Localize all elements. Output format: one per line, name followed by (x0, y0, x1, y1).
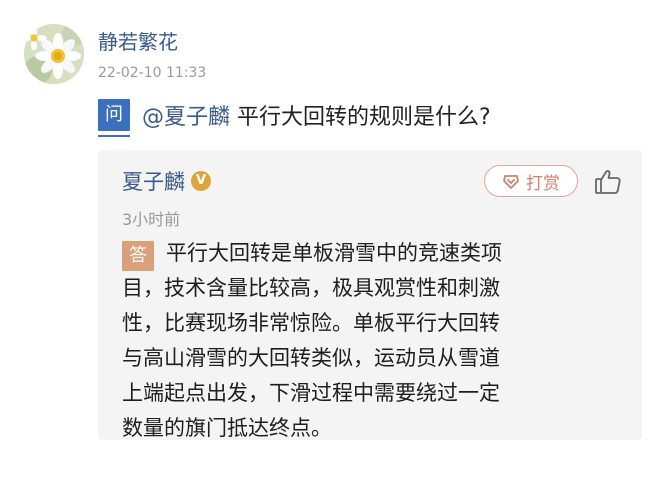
answer-text: 平行大回转是单板滑雪中的竞速类项 目，技术含量比较高，极具观赏性和刺激 性，比赛… (122, 236, 622, 446)
tip-gem-icon (503, 175, 519, 189)
answer-card: 夏子麟 V 打赏 3小时前 答 平行大回转是单板滑雪中的竞速类项 目，技术含量比… (98, 150, 642, 440)
answer-timestamp: 3小时前 (122, 210, 181, 229)
answerer-row: 夏子麟 V (122, 164, 211, 198)
answer-line: 上端起点出发，下滑过程中需要绕过一定 (122, 381, 500, 405)
daisy-avatar-image (24, 24, 84, 84)
thumbs-up-icon (595, 170, 621, 194)
author-name[interactable]: 静若繁花 (98, 28, 178, 56)
question-row: 问 @夏子麟 平行大回转的规则是什么? (98, 96, 491, 137)
answer-line: 与高山滑雪的大回转类似，运动员从雪道 (122, 346, 500, 370)
tip-button-label: 打赏 (526, 173, 560, 194)
author-avatar[interactable] (24, 24, 84, 84)
like-button[interactable] (592, 166, 624, 198)
question-badge: 问 (98, 99, 130, 137)
answerer-name[interactable]: 夏子麟 (122, 166, 185, 196)
tip-button[interactable]: 打赏 (484, 165, 578, 197)
answer-badge: 答 (122, 241, 154, 271)
answer-body: 答 平行大回转是单板滑雪中的竞速类项 目，技术含量比较高，极具观赏性和刺激 性，… (122, 236, 622, 446)
question-mention-link[interactable]: @夏子麟 (142, 105, 230, 130)
post-timestamp: 22-02-10 11:33 (98, 65, 207, 81)
answer-line: 数量的旗门抵达终点。 (122, 416, 332, 440)
answer-line: 平行大回转是单板滑雪中的竞速类项 (166, 241, 502, 265)
question-body: 平行大回转的规则是什么? (237, 105, 491, 130)
verified-badge-icon: V (191, 171, 211, 191)
question-text: @夏子麟 平行大回转的规则是什么? (142, 99, 491, 131)
answer-line: 性，比赛现场非常惊险。单板平行大回转 (122, 311, 500, 335)
answer-line: 目，技术含量比较高，极具观赏性和刺激 (122, 276, 500, 300)
